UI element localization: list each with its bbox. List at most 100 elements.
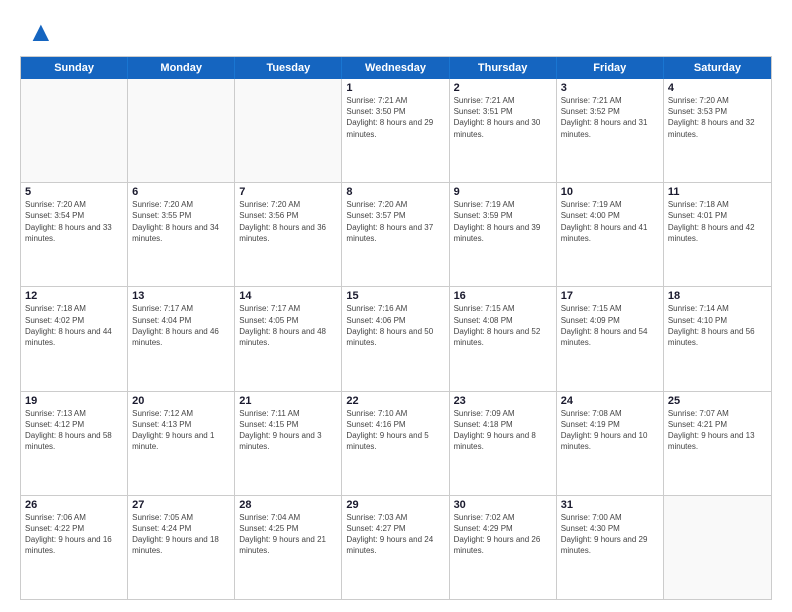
calendar-row: 1Sunrise: 7:21 AM Sunset: 3:50 PM Daylig… xyxy=(21,79,771,182)
calendar-cell: 8Sunrise: 7:20 AM Sunset: 3:57 PM Daylig… xyxy=(342,183,449,286)
cell-info: Sunrise: 7:14 AM Sunset: 4:10 PM Dayligh… xyxy=(668,303,767,348)
calendar-cell: 18Sunrise: 7:14 AM Sunset: 4:10 PM Dayli… xyxy=(664,287,771,390)
calendar-cell xyxy=(128,79,235,182)
calendar-row: 12Sunrise: 7:18 AM Sunset: 4:02 PM Dayli… xyxy=(21,286,771,390)
calendar-cell: 10Sunrise: 7:19 AM Sunset: 4:00 PM Dayli… xyxy=(557,183,664,286)
cell-day-number: 28 xyxy=(239,499,337,511)
cell-day-number: 8 xyxy=(346,186,444,198)
cell-info: Sunrise: 7:20 AM Sunset: 3:54 PM Dayligh… xyxy=(25,199,123,244)
header-day-thursday: Thursday xyxy=(450,57,557,79)
cell-info: Sunrise: 7:00 AM Sunset: 4:30 PM Dayligh… xyxy=(561,512,659,557)
cell-info: Sunrise: 7:21 AM Sunset: 3:51 PM Dayligh… xyxy=(454,95,552,140)
cell-day-number: 10 xyxy=(561,186,659,198)
calendar-cell: 26Sunrise: 7:06 AM Sunset: 4:22 PM Dayli… xyxy=(21,496,128,599)
cell-day-number: 14 xyxy=(239,290,337,302)
cell-info: Sunrise: 7:15 AM Sunset: 4:09 PM Dayligh… xyxy=(561,303,659,348)
calendar-cell: 1Sunrise: 7:21 AM Sunset: 3:50 PM Daylig… xyxy=(342,79,449,182)
cell-info: Sunrise: 7:15 AM Sunset: 4:08 PM Dayligh… xyxy=(454,303,552,348)
cell-day-number: 30 xyxy=(454,499,552,511)
cell-info: Sunrise: 7:20 AM Sunset: 3:57 PM Dayligh… xyxy=(346,199,444,244)
cell-info: Sunrise: 7:03 AM Sunset: 4:27 PM Dayligh… xyxy=(346,512,444,557)
cell-info: Sunrise: 7:02 AM Sunset: 4:29 PM Dayligh… xyxy=(454,512,552,557)
cell-info: Sunrise: 7:12 AM Sunset: 4:13 PM Dayligh… xyxy=(132,408,230,453)
calendar-cell: 16Sunrise: 7:15 AM Sunset: 4:08 PM Dayli… xyxy=(450,287,557,390)
cell-day-number: 2 xyxy=(454,82,552,94)
cell-day-number: 6 xyxy=(132,186,230,198)
calendar-cell: 4Sunrise: 7:20 AM Sunset: 3:53 PM Daylig… xyxy=(664,79,771,182)
cell-info: Sunrise: 7:09 AM Sunset: 4:18 PM Dayligh… xyxy=(454,408,552,453)
cell-day-number: 7 xyxy=(239,186,337,198)
cell-info: Sunrise: 7:20 AM Sunset: 3:53 PM Dayligh… xyxy=(668,95,767,140)
cell-day-number: 31 xyxy=(561,499,659,511)
calendar-row: 19Sunrise: 7:13 AM Sunset: 4:12 PM Dayli… xyxy=(21,391,771,495)
cell-day-number: 21 xyxy=(239,395,337,407)
cell-info: Sunrise: 7:13 AM Sunset: 4:12 PM Dayligh… xyxy=(25,408,123,453)
calendar-cell: 13Sunrise: 7:17 AM Sunset: 4:04 PM Dayli… xyxy=(128,287,235,390)
calendar-cell: 27Sunrise: 7:05 AM Sunset: 4:24 PM Dayli… xyxy=(128,496,235,599)
cell-day-number: 19 xyxy=(25,395,123,407)
calendar-cell: 22Sunrise: 7:10 AM Sunset: 4:16 PM Dayli… xyxy=(342,392,449,495)
calendar-cell: 17Sunrise: 7:15 AM Sunset: 4:09 PM Dayli… xyxy=(557,287,664,390)
cell-info: Sunrise: 7:17 AM Sunset: 4:04 PM Dayligh… xyxy=(132,303,230,348)
cell-day-number: 18 xyxy=(668,290,767,302)
cell-info: Sunrise: 7:18 AM Sunset: 4:02 PM Dayligh… xyxy=(25,303,123,348)
cell-day-number: 20 xyxy=(132,395,230,407)
calendar-body: 1Sunrise: 7:21 AM Sunset: 3:50 PM Daylig… xyxy=(21,79,771,599)
header-day-monday: Monday xyxy=(128,57,235,79)
calendar-cell: 15Sunrise: 7:16 AM Sunset: 4:06 PM Dayli… xyxy=(342,287,449,390)
cell-info: Sunrise: 7:21 AM Sunset: 3:52 PM Dayligh… xyxy=(561,95,659,140)
calendar-cell xyxy=(664,496,771,599)
cell-day-number: 1 xyxy=(346,82,444,94)
calendar-cell: 28Sunrise: 7:04 AM Sunset: 4:25 PM Dayli… xyxy=(235,496,342,599)
cell-day-number: 25 xyxy=(668,395,767,407)
calendar-cell: 12Sunrise: 7:18 AM Sunset: 4:02 PM Dayli… xyxy=(21,287,128,390)
calendar-cell: 19Sunrise: 7:13 AM Sunset: 4:12 PM Dayli… xyxy=(21,392,128,495)
cell-day-number: 13 xyxy=(132,290,230,302)
header-day-wednesday: Wednesday xyxy=(342,57,449,79)
logo: ▲ xyxy=(20,16,55,48)
cell-info: Sunrise: 7:04 AM Sunset: 4:25 PM Dayligh… xyxy=(239,512,337,557)
cell-day-number: 3 xyxy=(561,82,659,94)
cell-day-number: 12 xyxy=(25,290,123,302)
calendar-cell: 29Sunrise: 7:03 AM Sunset: 4:27 PM Dayli… xyxy=(342,496,449,599)
cell-day-number: 17 xyxy=(561,290,659,302)
cell-info: Sunrise: 7:11 AM Sunset: 4:15 PM Dayligh… xyxy=(239,408,337,453)
cell-info: Sunrise: 7:05 AM Sunset: 4:24 PM Dayligh… xyxy=(132,512,230,557)
calendar-cell: 2Sunrise: 7:21 AM Sunset: 3:51 PM Daylig… xyxy=(450,79,557,182)
cell-info: Sunrise: 7:20 AM Sunset: 3:56 PM Dayligh… xyxy=(239,199,337,244)
cell-info: Sunrise: 7:06 AM Sunset: 4:22 PM Dayligh… xyxy=(25,512,123,557)
cell-day-number: 24 xyxy=(561,395,659,407)
page: ▲ SundayMondayTuesdayWednesdayThursdayFr… xyxy=(0,0,792,612)
calendar-row: 26Sunrise: 7:06 AM Sunset: 4:22 PM Dayli… xyxy=(21,495,771,599)
calendar-cell: 31Sunrise: 7:00 AM Sunset: 4:30 PM Dayli… xyxy=(557,496,664,599)
header-day-saturday: Saturday xyxy=(664,57,771,79)
cell-info: Sunrise: 7:10 AM Sunset: 4:16 PM Dayligh… xyxy=(346,408,444,453)
cell-day-number: 27 xyxy=(132,499,230,511)
cell-info: Sunrise: 7:18 AM Sunset: 4:01 PM Dayligh… xyxy=(668,199,767,244)
cell-day-number: 26 xyxy=(25,499,123,511)
calendar-cell: 30Sunrise: 7:02 AM Sunset: 4:29 PM Dayli… xyxy=(450,496,557,599)
cell-info: Sunrise: 7:08 AM Sunset: 4:19 PM Dayligh… xyxy=(561,408,659,453)
cell-info: Sunrise: 7:16 AM Sunset: 4:06 PM Dayligh… xyxy=(346,303,444,348)
calendar-cell xyxy=(235,79,342,182)
cell-day-number: 15 xyxy=(346,290,444,302)
header-day-sunday: Sunday xyxy=(21,57,128,79)
calendar-cell: 20Sunrise: 7:12 AM Sunset: 4:13 PM Dayli… xyxy=(128,392,235,495)
header: ▲ xyxy=(20,16,772,48)
calendar-cell xyxy=(21,79,128,182)
cell-info: Sunrise: 7:20 AM Sunset: 3:55 PM Dayligh… xyxy=(132,199,230,244)
cell-day-number: 16 xyxy=(454,290,552,302)
cell-day-number: 9 xyxy=(454,186,552,198)
cell-info: Sunrise: 7:19 AM Sunset: 4:00 PM Dayligh… xyxy=(561,199,659,244)
calendar-cell: 5Sunrise: 7:20 AM Sunset: 3:54 PM Daylig… xyxy=(21,183,128,286)
logo-icon: ▲ xyxy=(27,16,55,48)
cell-day-number: 23 xyxy=(454,395,552,407)
calendar-cell: 3Sunrise: 7:21 AM Sunset: 3:52 PM Daylig… xyxy=(557,79,664,182)
calendar-cell: 25Sunrise: 7:07 AM Sunset: 4:21 PM Dayli… xyxy=(664,392,771,495)
cell-info: Sunrise: 7:07 AM Sunset: 4:21 PM Dayligh… xyxy=(668,408,767,453)
calendar-cell: 21Sunrise: 7:11 AM Sunset: 4:15 PM Dayli… xyxy=(235,392,342,495)
calendar-cell: 11Sunrise: 7:18 AM Sunset: 4:01 PM Dayli… xyxy=(664,183,771,286)
calendar-row: 5Sunrise: 7:20 AM Sunset: 3:54 PM Daylig… xyxy=(21,182,771,286)
calendar-cell: 14Sunrise: 7:17 AM Sunset: 4:05 PM Dayli… xyxy=(235,287,342,390)
calendar-cell: 7Sunrise: 7:20 AM Sunset: 3:56 PM Daylig… xyxy=(235,183,342,286)
